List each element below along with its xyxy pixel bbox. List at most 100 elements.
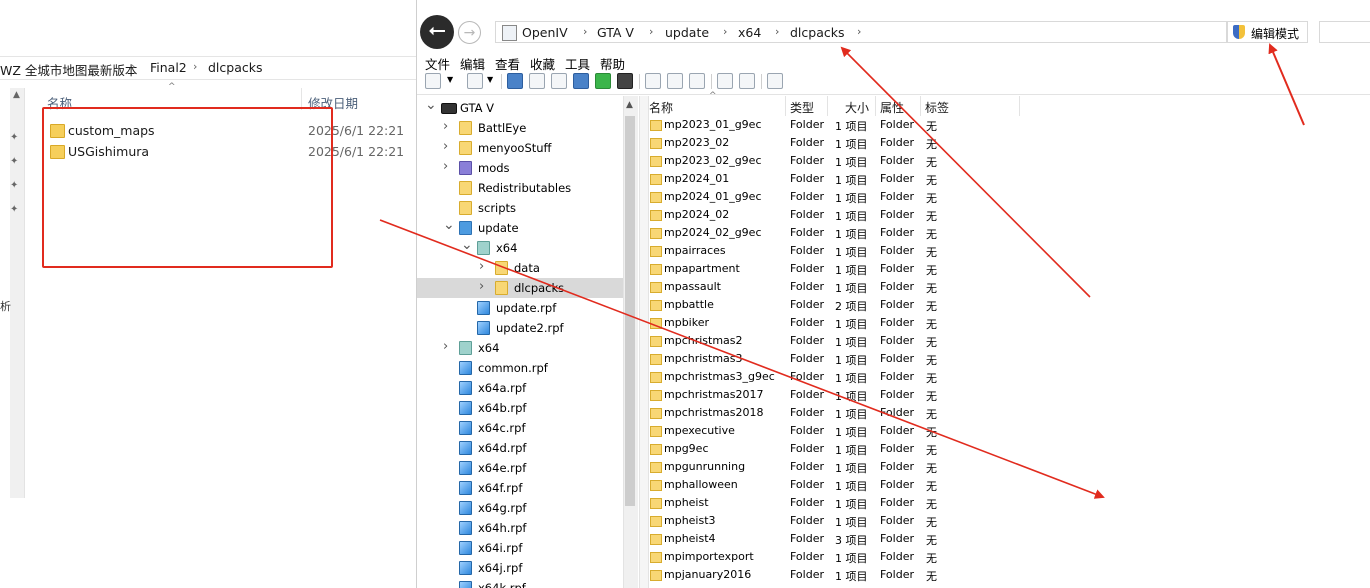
list-row[interactable]: mpbattle Folder 2 项目 Folder 无 <box>647 297 1247 315</box>
column-header-size[interactable]: 大小 <box>845 99 869 116</box>
edit-mode-button[interactable]: 编辑模式 <box>1227 21 1308 43</box>
chevron-down-icon[interactable]: ⌄ <box>425 97 437 113</box>
chevron-right-icon[interactable]: › <box>443 139 448 154</box>
list-row[interactable]: mphalloween Folder 1 项目 Folder 无 <box>647 477 1247 495</box>
back-button[interactable]: ⭠ <box>420 15 454 49</box>
tree-item[interactable]: x64k.rpf <box>417 578 637 588</box>
explorer-breadcrumb[interactable]: WZ 全城市地图最新版本 › Final2 › dlcpacks <box>0 56 416 80</box>
tree-item[interactable]: x64h.rpf <box>417 518 637 538</box>
list-row[interactable]: mp2023_02_g9ec Folder 1 项目 Folder 无 <box>647 153 1247 171</box>
breadcrumb-item[interactable]: OpenIV <box>522 25 568 40</box>
list-row[interactable]: mpchristmas2 Folder 1 项目 Folder 无 <box>647 333 1247 351</box>
run-icon[interactable] <box>595 73 611 89</box>
tree-item[interactable]: x64b.rpf <box>417 398 637 418</box>
tree-item[interactable]: x64i.rpf <box>417 538 637 558</box>
tree-item[interactable]: x64g.rpf <box>417 498 637 518</box>
list-row[interactable]: mpheist3 Folder 1 项目 Folder 无 <box>647 513 1247 531</box>
breadcrumb-item[interactable]: WZ 全城市地图最新版本 <box>0 60 137 79</box>
rebuild-icon[interactable] <box>767 73 783 89</box>
text-icon[interactable] <box>689 73 705 89</box>
tree-item[interactable]: update.rpf <box>417 298 637 318</box>
tree-item[interactable]: x64f.rpf <box>417 478 637 498</box>
list-row[interactable]: mpapartment Folder 1 项目 Folder 无 <box>647 261 1247 279</box>
chevron-right-icon[interactable]: › <box>443 159 448 174</box>
breadcrumb-item[interactable]: dlcpacks <box>208 60 263 75</box>
chevron-down-icon[interactable]: ⌄ <box>443 217 455 233</box>
breadcrumb-item[interactable]: Final2 <box>150 60 187 75</box>
chevron-right-icon[interactable]: › <box>443 119 448 134</box>
export-icon[interactable] <box>717 73 733 89</box>
tree-item[interactable]: x64a.rpf <box>417 378 637 398</box>
checklist-icon[interactable] <box>551 73 567 89</box>
list-row[interactable]: mp2024_01 Folder 1 项目 Folder 无 <box>647 171 1247 189</box>
tree-item[interactable]: x64j.rpf <box>417 558 637 578</box>
column-header-attributes[interactable]: 属性 <box>880 99 904 116</box>
column-header-name[interactable]: 名称 <box>649 99 673 116</box>
tree-item[interactable]: › BattlEye <box>417 118 637 138</box>
breadcrumb-item[interactable]: GTA V <box>597 25 634 40</box>
scroll-up-icon[interactable]: ▲ <box>13 90 20 100</box>
tree-item[interactable]: ⌄ GTA V <box>417 97 637 118</box>
tree-item[interactable]: › menyooStuff <box>417 138 637 158</box>
chevron-right-icon[interactable]: › <box>857 25 861 38</box>
chevron-right-icon[interactable]: › <box>723 25 727 38</box>
list-row[interactable]: mpg9ec Folder 1 项目 Folder 无 <box>647 441 1247 459</box>
list-row[interactable]: mp2024_02_g9ec Folder 1 项目 Folder 无 <box>647 225 1247 243</box>
tree-item[interactable]: › data <box>417 258 637 278</box>
new-file-icon[interactable] <box>425 73 441 89</box>
column-divider[interactable] <box>785 96 786 116</box>
list-row[interactable]: mpheist Folder 1 项目 Folder 无 <box>647 495 1247 513</box>
scroll-up-icon[interactable]: ▲ <box>626 100 633 110</box>
column-header-type[interactable]: 类型 <box>790 99 814 116</box>
chevron-right-icon[interactable]: › <box>479 259 484 274</box>
tree-item[interactable]: x64d.rpf <box>417 438 637 458</box>
tree-item[interactable]: x64e.rpf <box>417 458 637 478</box>
tree-item[interactable]: ⌄ x64 <box>417 237 637 258</box>
list-row[interactable]: mpassault Folder 1 项目 Folder 无 <box>647 279 1247 297</box>
list-row[interactable]: mpchristmas3 Folder 1 项目 Folder 无 <box>647 351 1247 369</box>
copy-icon[interactable] <box>739 73 755 89</box>
list-row[interactable]: mpimportexport Folder 1 项目 Folder 无 <box>647 549 1247 567</box>
column-divider[interactable] <box>875 96 876 116</box>
chevron-right-icon[interactable]: › <box>775 25 779 38</box>
search-input[interactable] <box>1319 21 1370 43</box>
list-row[interactable]: mpchristmas2017 Folder 1 项目 Folder 无 <box>647 387 1247 405</box>
list-row[interactable]: mpairraces Folder 1 项目 Folder 无 <box>647 243 1247 261</box>
list-row[interactable]: mpheist4 Folder 3 项目 Folder 无 <box>647 531 1247 549</box>
save-icon[interactable] <box>617 73 633 89</box>
settings-icon[interactable] <box>529 73 545 89</box>
list-row[interactable]: mpbiker Folder 1 项目 Folder 无 <box>647 315 1247 333</box>
chevron-right-icon[interactable]: › <box>443 339 448 354</box>
openiv-address-bar[interactable]: OpenIV › GTA V › update › x64 › dlcpacks… <box>495 21 1227 43</box>
menu-view[interactable]: 查看 <box>495 54 520 73</box>
tree-item[interactable]: › dlcpacks <box>417 278 637 298</box>
chevron-right-icon[interactable]: › <box>479 279 484 294</box>
list-row[interactable]: mp2023_01_g9ec Folder 1 项目 Folder 无 <box>647 117 1247 135</box>
breadcrumb-item[interactable]: x64 <box>738 25 761 40</box>
tree-item[interactable]: common.rpf <box>417 358 637 378</box>
list-row[interactable]: mpjanuary2016 Folder 1 项目 Folder 无 <box>647 567 1247 585</box>
chevron-down-icon[interactable]: ⌄ <box>461 237 473 253</box>
list-row[interactable]: mpexecutive Folder 1 项目 Folder 无 <box>647 423 1247 441</box>
import-icon[interactable] <box>467 73 483 89</box>
column-divider[interactable] <box>827 96 828 116</box>
folder-tree[interactable]: ⌄ GTA V › BattlEye › menyooStuff › mods Redistri… <box>417 96 637 588</box>
list-row[interactable]: mpchristmas2018 Folder 1 项目 Folder 无 <box>647 405 1247 423</box>
menu-file[interactable]: 文件 <box>425 54 450 73</box>
menu-favorites[interactable]: 收藏 <box>530 54 555 73</box>
refresh-icon[interactable] <box>507 73 523 89</box>
menu-edit[interactable]: 编辑 <box>460 54 485 73</box>
column-divider[interactable] <box>1019 96 1020 116</box>
list-row[interactable]: mp2024_02 Folder 1 项目 Folder 无 <box>647 207 1247 225</box>
column-header-tags[interactable]: 标签 <box>925 99 949 116</box>
breadcrumb-item[interactable]: dlcpacks <box>790 25 845 40</box>
tree-item[interactable]: x64c.rpf <box>417 418 637 438</box>
tree-item[interactable]: › mods <box>417 158 637 178</box>
list-row[interactable]: mp2023_02 Folder 1 项目 Folder 无 <box>647 135 1247 153</box>
list-row[interactable]: mpchristmas3_g9ec Folder 1 项目 Folder 无 <box>647 369 1247 387</box>
breadcrumb-item[interactable]: update <box>665 25 709 40</box>
tree-item[interactable]: ⌄ update <box>417 217 637 238</box>
menu-tools[interactable]: 工具 <box>565 54 590 73</box>
navigation-pane-strip[interactable]: ✦ ✦ ✦ ✦ <box>10 88 25 498</box>
chevron-right-icon[interactable]: › <box>649 25 653 38</box>
